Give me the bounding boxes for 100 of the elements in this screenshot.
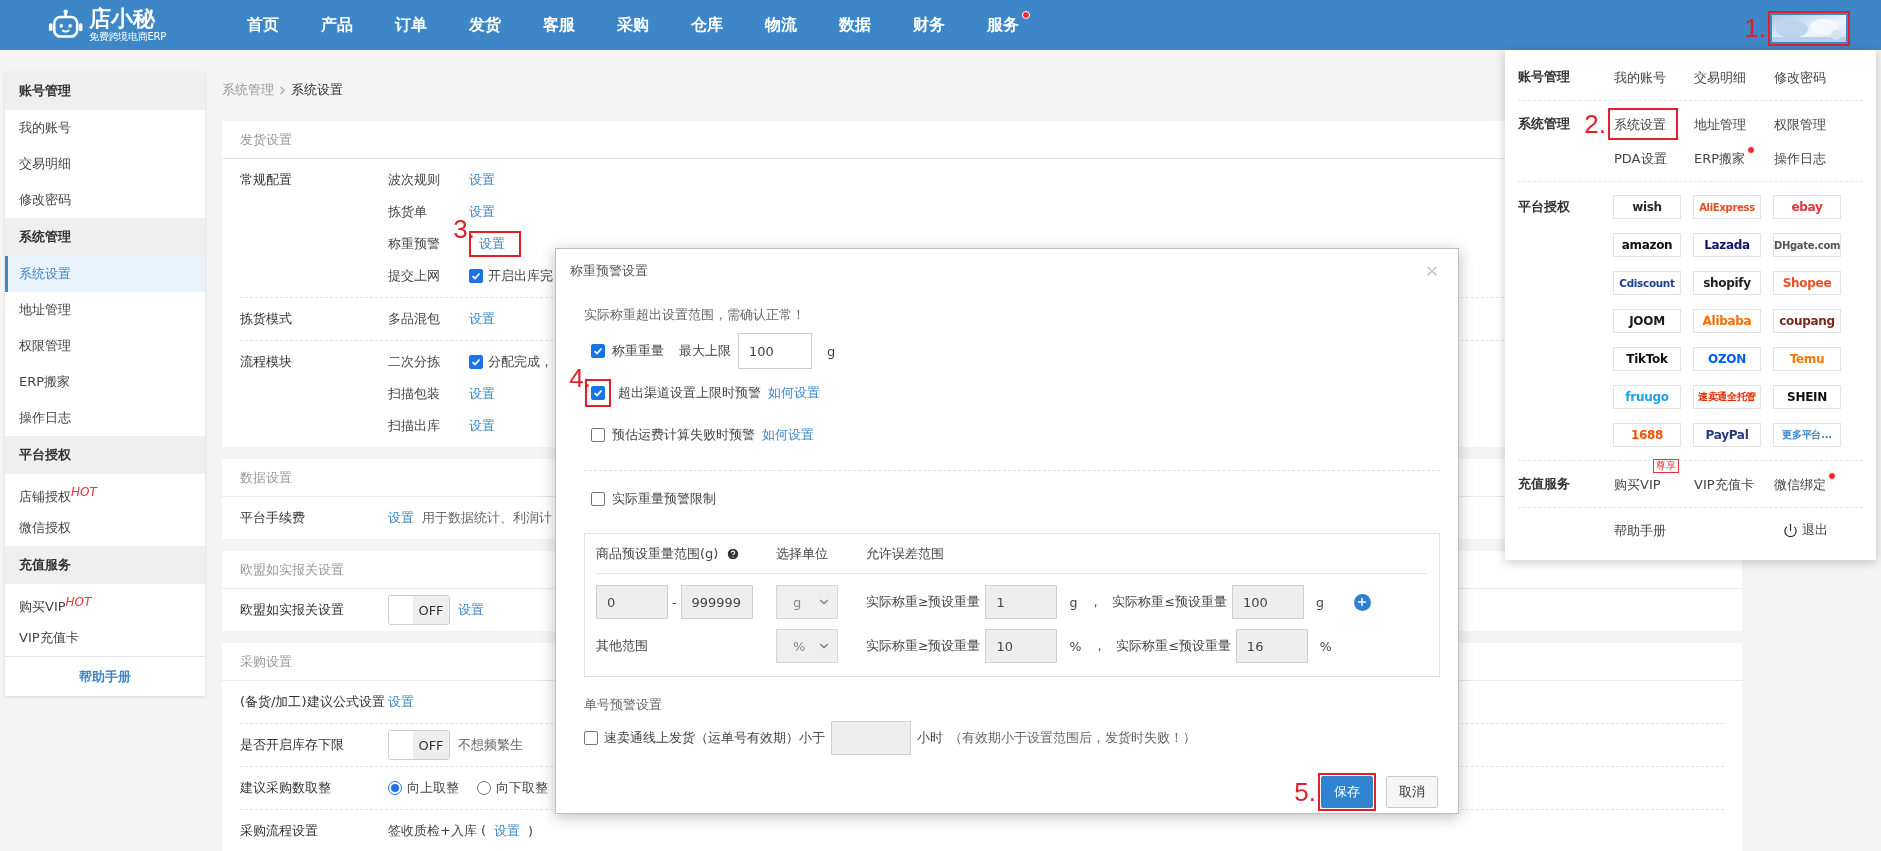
checkmark-icon xyxy=(471,357,481,367)
nav-item[interactable]: 产品 xyxy=(300,14,374,36)
platform-logo[interactable]: TikTok xyxy=(1613,347,1681,371)
notification-dot xyxy=(1747,146,1756,154)
option-label: 分配完成， xyxy=(488,353,553,371)
option-label: 向上取整 xyxy=(407,779,459,797)
field-label: 最大上限 xyxy=(679,342,731,360)
menu-item[interactable]: 微信绑定 xyxy=(1773,472,1836,496)
platform-logo[interactable]: DHgate.com xyxy=(1773,233,1841,257)
add-icon[interactable] xyxy=(1353,593,1371,611)
help-link[interactable]: 帮助手册 xyxy=(5,656,205,696)
sidebar-item[interactable]: 操作日志 xyxy=(5,400,205,436)
logout-button[interactable]: 退出 xyxy=(1773,521,1828,539)
menu-group-title: 平台授权 xyxy=(1518,198,1570,216)
sidebar-item[interactable]: 交易明细 xyxy=(5,146,205,182)
menu-item[interactable]: 权限管理 xyxy=(1773,112,1836,136)
platform-logo[interactable]: OZON xyxy=(1693,347,1761,371)
platform-logo[interactable]: coupang xyxy=(1773,309,1841,333)
sidebar-item[interactable]: 我的账号 xyxy=(5,110,205,146)
sidebar-item[interactable]: ERP搬家 xyxy=(5,364,205,400)
help-link[interactable]: 如何设置 xyxy=(762,426,814,444)
checkbox[interactable] xyxy=(584,731,598,745)
nav-item[interactable]: 仓库 xyxy=(670,14,744,36)
input-field[interactable]: 0 xyxy=(596,585,668,619)
checkbox[interactable] xyxy=(469,355,483,369)
unit-label: 小时 xyxy=(917,729,943,747)
platform-logo[interactable]: wish xyxy=(1613,195,1681,219)
nav-item[interactable]: 数据 xyxy=(818,14,892,36)
input-field[interactable]: 16 xyxy=(1235,629,1308,663)
platform-logo[interactable]: AliExpress xyxy=(1693,195,1761,219)
nav-item[interactable]: 订单 xyxy=(374,14,448,36)
sidebar-item[interactable]: 权限管理 xyxy=(5,328,205,364)
nav-item[interactable]: 发货 xyxy=(448,14,522,36)
platform-logo[interactable]: Shopee xyxy=(1773,271,1841,295)
help-link[interactable]: 帮助手册 xyxy=(1613,518,1693,542)
sidebar-item[interactable]: VIP充值卡 xyxy=(5,620,205,656)
notification-dot xyxy=(1022,10,1030,19)
checkbox[interactable] xyxy=(591,428,605,442)
menu-item[interactable]: 修改密码 xyxy=(1773,65,1836,89)
platform-logo[interactable]: 速卖通全托管 xyxy=(1693,385,1761,409)
settings-link[interactable]: 设置 xyxy=(458,601,484,619)
menu-group-title: 充值服务 xyxy=(1518,475,1570,493)
settings-link[interactable]: 设置 xyxy=(469,417,495,435)
section-title: 单号预警设置 xyxy=(584,696,662,714)
settings-link[interactable]: 设置 xyxy=(388,509,414,527)
settings-link[interactable]: 设置 xyxy=(494,822,521,840)
sidebar-item[interactable]: 系统设置 xyxy=(5,256,205,292)
help-icon[interactable] xyxy=(726,546,741,561)
platform-logo[interactable]: Cdiscount xyxy=(1613,271,1681,295)
nav-item[interactable]: 服务 xyxy=(966,14,1040,36)
input-field[interactable]: 10 xyxy=(985,629,1058,663)
cancel-button[interactable]: 取消 xyxy=(1386,776,1438,808)
setting-sublabel: 二次分拣 xyxy=(388,353,441,371)
nav-item[interactable]: 采购 xyxy=(596,14,670,36)
checkmark-icon xyxy=(593,388,603,398)
platform-logo[interactable]: SHEIN xyxy=(1773,385,1841,409)
checkbox[interactable] xyxy=(591,344,605,358)
nav-item[interactable]: 财务 xyxy=(892,14,966,36)
toggle-switch[interactable]: OFF xyxy=(388,730,450,760)
setting-label: 拣货模式 xyxy=(240,310,293,328)
help-link[interactable]: 如何设置 xyxy=(768,384,820,402)
platform-logo[interactable]: 更多平台... xyxy=(1773,423,1841,447)
platform-logo[interactable]: shopify xyxy=(1693,271,1761,295)
settings-link[interactable]: 设置 xyxy=(469,171,495,189)
setting-label: 欧盟如实报关设置 xyxy=(240,601,345,619)
nav-item[interactable]: 物流 xyxy=(744,14,818,36)
menu-item[interactable]: 我的账号 xyxy=(1613,65,1676,89)
input-field[interactable] xyxy=(831,721,911,755)
menu-item[interactable]: 交易明细 xyxy=(1693,65,1756,89)
menu-item[interactable]: 操作日志 xyxy=(1773,146,1836,170)
input-field[interactable]: 100 xyxy=(738,333,812,369)
platform-logo[interactable]: ebay xyxy=(1773,195,1841,219)
nav-item[interactable]: 客服 xyxy=(522,14,596,36)
platform-logo[interactable]: JOOM xyxy=(1613,309,1681,333)
toggle-switch[interactable]: OFF xyxy=(388,595,450,625)
input-field[interactable]: 1 xyxy=(985,585,1058,619)
platform-logo[interactable]: Lazada xyxy=(1693,233,1761,257)
sidebar-item[interactable]: 地址管理 xyxy=(5,292,205,328)
settings-link[interactable]: 设置 xyxy=(469,310,495,328)
checkbox[interactable] xyxy=(591,386,605,400)
breadcrumb-item: 系统设置 xyxy=(291,81,343,99)
option-label: 称重重量 xyxy=(612,342,664,360)
settings-link[interactable]: 设置 xyxy=(479,235,505,253)
nav-item[interactable]: 首页 xyxy=(226,14,300,36)
menu-item[interactable]: 购买VIP xyxy=(1613,472,1671,496)
range-separator: - xyxy=(672,594,677,610)
checkbox[interactable] xyxy=(469,269,483,283)
settings-link[interactable]: 设置 xyxy=(388,693,414,711)
sidebar-item[interactable]: 修改密码 xyxy=(5,182,205,218)
input-field[interactable]: 100 xyxy=(1231,585,1304,619)
option-label: 超出渠道设置上限时预警 xyxy=(618,384,761,402)
platform-logo[interactable]: PayPal xyxy=(1693,423,1761,447)
input-field[interactable]: 999999 xyxy=(680,585,753,619)
save-button[interactable]: 保存 xyxy=(1321,776,1373,808)
platform-logo[interactable]: amazon xyxy=(1613,233,1681,257)
checkbox[interactable] xyxy=(591,492,605,506)
settings-link[interactable]: 设置 xyxy=(469,385,495,403)
sidebar-item[interactable]: 微信授权 xyxy=(5,510,205,546)
option-label: 向下取整 xyxy=(496,779,548,797)
step-number: 1. xyxy=(1744,15,1766,41)
